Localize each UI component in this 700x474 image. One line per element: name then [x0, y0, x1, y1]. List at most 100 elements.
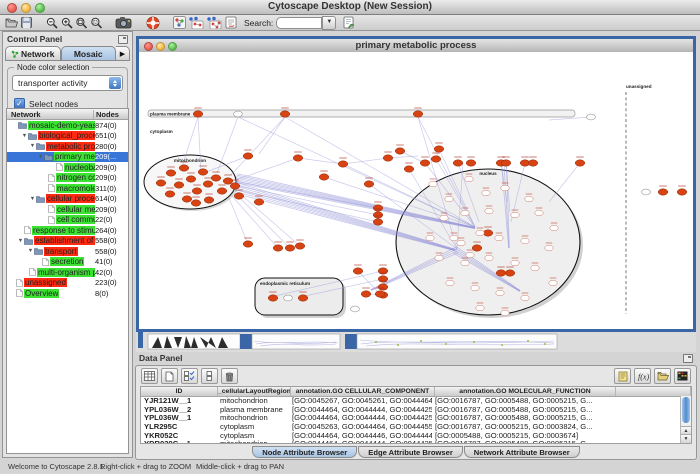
tree-row-label: cell communicat	[56, 215, 95, 224]
tree-row[interactable]: ▼cellular process614(0)	[7, 194, 128, 205]
tree-row[interactable]: ▼primary metabo209(...	[7, 152, 128, 163]
zoom-in-icon[interactable]	[59, 16, 74, 29]
expand-arrow-icon[interactable]: ▼	[37, 154, 44, 160]
table-row[interactable]: YPL036W__2plasma membrane[GO:0044464, GO…	[141, 406, 691, 415]
table-cell: [GO:0016787, GO:0005215, GO:0003824, G..…	[432, 423, 612, 432]
browser-tab[interactable]: Node Attribute Browser	[252, 446, 357, 458]
annotation-icon[interactable]	[223, 16, 238, 29]
search-input[interactable]	[276, 17, 322, 29]
table-scrollbar[interactable]: ▲ ▼	[680, 396, 691, 443]
layout-2-icon[interactable]	[205, 16, 223, 29]
expand-arrow-icon[interactable]: ▼	[27, 248, 34, 254]
browser-tab[interactable]: Network Attribute Browser	[464, 446, 580, 458]
tab-mosaic[interactable]: Mosaic	[61, 46, 117, 61]
table-row[interactable]: YJR121W__1mitochondrion[GO:0045267, GO:0…	[141, 397, 691, 406]
network-window-titlebar[interactable]: primary metabolic process	[139, 39, 693, 53]
tree-row-count: 874(0)	[95, 121, 128, 130]
tree-row-label: biological_process	[38, 131, 95, 140]
tree-row-count: 223(0)	[95, 278, 128, 287]
search-dropdown-arrow-icon[interactable]: ▼	[322, 16, 336, 30]
scrollbar-thumb[interactable]	[682, 397, 690, 423]
vizmapper-icon[interactable]	[172, 16, 187, 29]
tree-row-label: nucleobase-	[64, 163, 95, 172]
data-panel-title: Data Panel	[139, 353, 182, 363]
tree-row[interactable]: response to stimulu264(0)	[7, 225, 128, 236]
open-attributes-icon[interactable]	[654, 368, 671, 384]
network-canvas[interactable]: plasma membranecytoplasmmitochondrionnuc…	[139, 52, 693, 329]
table-column-header[interactable]: annotation.GO MOLECULAR_FUNCTION	[435, 387, 616, 396]
tree-row[interactable]: mosaic-demo-yeast874(0)	[7, 120, 128, 131]
zoom-selected-icon[interactable]	[89, 16, 104, 29]
zoom-fit-icon[interactable]	[74, 16, 89, 29]
table-cell: [GO:0016787, GO:0005488, GO:0005215, G..…	[432, 406, 612, 415]
tree-row[interactable]: ▼establishment of lo558(0)	[7, 236, 128, 247]
expand-arrow-icon[interactable]: ▼	[29, 196, 36, 202]
table-row[interactable]: YKR052Ccytoplasm[GO:0044464, GO:0044446,…	[141, 432, 691, 441]
file-icon	[48, 184, 55, 192]
svg-text:cytoplasm: cytoplasm	[150, 129, 173, 134]
tree-row[interactable]: cellular metabol209(0)	[7, 204, 128, 215]
tree-row[interactable]: macromolecule311(0)	[7, 183, 128, 194]
tree-row[interactable]: unassigned223(0)	[7, 278, 128, 289]
svg-text:f(x): f(x)	[638, 372, 649, 381]
new-attribute-icon[interactable]	[161, 368, 178, 384]
expand-arrow-icon[interactable]: ▼	[29, 143, 36, 149]
snapshot-camera-icon[interactable]	[114, 16, 134, 29]
delete-attribute-trash-icon[interactable]	[221, 368, 238, 384]
table-column-header[interactable]: _cellularLayoutRegion	[218, 387, 291, 396]
table-row[interactable]: YLR295Ccytoplasm[GO:0045263, GO:0044464,…	[141, 423, 691, 432]
table-row[interactable]: YPL036W__1mitochondrion[GO:0044464, GO:0…	[141, 414, 691, 423]
tree-row-label: establishment of lo	[34, 236, 95, 245]
svg-text:unassigned: unassigned	[626, 84, 652, 89]
table-column-header[interactable]: ID	[141, 387, 218, 396]
expand-arrow-icon[interactable]: ▼	[21, 133, 28, 139]
open-folder-icon[interactable]	[4, 16, 19, 29]
tree-col-nodes[interactable]: Nodes	[94, 110, 128, 119]
select-attributes-icon[interactable]	[181, 368, 198, 384]
table-cell: YPL036W__1	[141, 414, 217, 423]
import-network-icon[interactable]	[341, 16, 356, 29]
tree-row[interactable]: multi-organism pro42(0)	[7, 267, 128, 278]
tree-row[interactable]: Overview8(0)	[7, 288, 128, 299]
control-panel-title: Control Panel	[7, 34, 62, 44]
tab-network[interactable]: Network	[5, 46, 61, 61]
tree-row[interactable]: secretion 41(0)	[7, 257, 128, 268]
expand-arrow-icon[interactable]: ▼	[17, 238, 24, 244]
unselect-attributes-icon[interactable]	[201, 368, 218, 384]
scroll-down-icon[interactable]: ▼	[681, 434, 691, 443]
table-header[interactable]: ID_cellularLayoutRegionannotation.GO CEL…	[141, 387, 691, 397]
table-cell: mitochondrion	[217, 440, 289, 444]
layout-1-icon[interactable]	[187, 16, 205, 29]
tree-row[interactable]: nucleobase-209(0)	[7, 162, 128, 173]
tree-row-count: 651(0)	[95, 131, 128, 140]
group-label: Node color selection	[14, 63, 92, 72]
matrix-icon[interactable]	[674, 368, 691, 384]
tree-row-count: 614(0)	[95, 194, 128, 203]
tree-header[interactable]: Network Nodes	[7, 109, 128, 120]
folder-icon	[36, 195, 45, 203]
color-attribute-dropdown[interactable]: transporter activity	[12, 75, 123, 91]
formula-icon[interactable]: f(x)	[634, 368, 651, 384]
save-icon[interactable]	[19, 16, 34, 29]
zoom-out-icon[interactable]	[44, 16, 59, 29]
tree-row[interactable]: ▼transport558(0)	[7, 246, 128, 257]
tree-row-count: 41(0)	[95, 257, 128, 266]
tree-col-network[interactable]: Network	[7, 110, 94, 119]
tree-row[interactable]: cell communicat22(0)	[7, 215, 128, 226]
notes-icon[interactable]	[614, 368, 631, 384]
float-panel-icon[interactable]	[118, 35, 128, 44]
tab-overflow-arrow-icon[interactable]: ▶	[116, 46, 130, 61]
data-panel-float-icon[interactable]	[683, 354, 693, 363]
tree-row[interactable]: ▼ biological_process651(0)	[7, 131, 128, 142]
browser-tab[interactable]: Edge Attribute Browser	[358, 446, 463, 458]
tree-row[interactable]: ▼metabolic process280(0)	[7, 141, 128, 152]
tree-row-count: 280(0)	[95, 142, 128, 151]
tree-row-count: 558(0)	[95, 247, 128, 256]
table-column-header[interactable]: annotation.GO CELLULAR_COMPONENT	[291, 387, 435, 396]
attribute-grid-icon[interactable]	[141, 368, 158, 384]
table-row[interactable]: YDR039C__1mitochondrion[GO:0044464, GO:0…	[141, 440, 691, 444]
tree-row-label: secretion	[50, 257, 84, 266]
tree-row[interactable]: nitrogen compo209(0)	[7, 173, 128, 184]
search-label: Search:	[244, 18, 273, 28]
help-ring-icon[interactable]	[144, 16, 162, 29]
